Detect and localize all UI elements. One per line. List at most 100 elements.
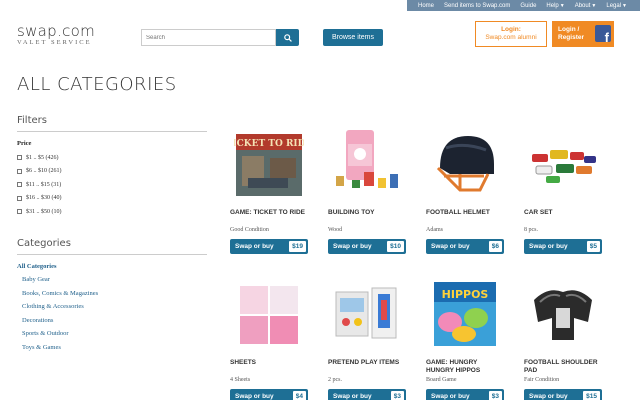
price-filter-option[interactable]: $16 .. $30 (40) [17,192,207,206]
product-card[interactable]: TICKET TO RIDE GAME: TICKET TO RIDE Good… [230,125,308,254]
search-button[interactable] [276,29,299,46]
search-bar [141,29,299,46]
car-set-image [532,150,596,183]
product-name[interactable]: SHEETS [230,359,308,376]
price-filter-option[interactable]: $6 .. $10 (261) [17,165,207,179]
nav-legal-label: Legal [606,2,622,9]
price-tag: $19 [289,241,306,252]
checkbox[interactable] [17,155,22,161]
categories-heading: Categories [17,238,207,255]
price-filter-option[interactable]: $31 .. $50 (10) [17,205,207,219]
product-card[interactable]: HIPPOS GAME: HUNGRY HUNGRY HIPPOS Board … [426,275,504,400]
nav-legal[interactable]: Legal▼ [601,3,632,9]
category-toys[interactable]: Toys & Games [17,344,207,358]
price-option-label: $31 .. $50 (10) [26,208,62,215]
login-register-text: Login / Register [558,26,584,42]
category-clothing[interactable]: Clothing & Accessories [17,303,207,317]
category-all[interactable]: All Categories [17,263,207,277]
price-tag: $4 [292,391,306,400]
login-alumni-button[interactable]: Login: Swap.com alumni [475,21,547,47]
product-image[interactable] [230,275,308,353]
nav-guide[interactable]: Guide [515,3,541,9]
sheets-image [240,286,298,344]
nav-home[interactable]: Home [413,3,439,9]
box-title-text: HIPPOS [442,288,489,301]
logo-tagline: VALET SERVICE [17,39,92,46]
product-description: 4 Sheets [230,377,251,383]
categories-section: Categories All Categories Baby Gear Book… [17,238,207,358]
price-tag: $3 [390,391,404,400]
swap-or-buy-button[interactable]: Swap or buy $3 [328,389,406,400]
site-logo[interactable]: swap.com VALET SERVICE [17,22,95,46]
product-image[interactable]: TICKET TO RIDE [230,125,308,203]
product-card[interactable]: SHEETS 4 Sheets Swap or buy $4 [230,275,308,400]
product-name[interactable]: PRETEND PLAY ITEMS [328,359,406,376]
price-option-label: $16 .. $30 (40) [26,195,62,202]
buy-label: Swap or buy [333,393,372,400]
product-card[interactable]: CAR SET 8 pcs. Swap or buy $5 [524,125,602,254]
product-image[interactable] [328,275,406,353]
product-image[interactable] [426,125,504,203]
price-filter-option[interactable]: $11 .. $15 (31) [17,178,207,192]
product-name[interactable]: FOOTBALL SHOULDER PAD [524,359,602,376]
product-image[interactable] [524,125,602,203]
browse-items-button[interactable]: Browse items [323,29,383,46]
nav-help[interactable]: Help▼ [541,3,569,9]
login-register-button[interactable]: Login / Register f [552,21,614,47]
product-name[interactable]: CAR SET [524,209,602,226]
sidebar: Filters Price $1 .. $5 (426) $6 .. $10 (… [17,115,207,357]
price-filter-option[interactable]: $1 .. $5 (426) [17,151,207,165]
nav-about[interactable]: About▼ [570,3,602,9]
login-alumni-sublabel: Swap.com alumni [485,34,537,41]
product-description: Fair Condition [524,377,560,383]
product-description: Adams [426,227,443,233]
product-card[interactable]: BUILDING TOY Wood Swap or buy $10 [328,125,406,254]
nav-send-items[interactable]: Send items to Swap.com [439,3,515,9]
product-name[interactable]: GAME: HUNGRY HUNGRY HIPPOS [426,359,504,376]
category-sports[interactable]: Sports & Outdoor [17,330,207,344]
product-card[interactable]: FOOTBALL SHOULDER PAD Fair Condition Swa… [524,275,602,400]
product-card[interactable]: FOOTBALL HELMET Adams Swap or buy $6 [426,125,504,254]
swap-or-buy-button[interactable]: Swap or buy $15 [524,389,602,400]
building-toy-image [336,130,398,188]
buy-label: Swap or buy [431,393,470,400]
pretend-play-image [335,287,397,339]
login-register-line2: Register [558,34,585,41]
category-decorations[interactable]: Decorations [17,317,207,331]
swap-or-buy-button[interactable]: Swap or buy $19 [230,239,308,254]
price-option-label: $1 .. $5 (426) [26,154,59,161]
box-title-text: TICKET TO RIDE [234,139,304,149]
swap-or-buy-button[interactable]: Swap or buy $6 [426,239,504,254]
board-game-box-image: TICKET TO RIDE [234,134,304,196]
checkbox[interactable] [17,168,22,174]
product-name[interactable]: FOOTBALL HELMET [426,209,504,226]
swap-or-buy-button[interactable]: Swap or buy $10 [328,239,406,254]
swap-or-buy-button[interactable]: Swap or buy $3 [426,389,504,400]
hippos-game-box-image: HIPPOS [434,282,496,346]
checkbox[interactable] [17,195,22,201]
swap-or-buy-button[interactable]: Swap or buy $5 [524,239,602,254]
buy-label: Swap or buy [333,243,372,250]
product-card[interactable]: PRETEND PLAY ITEMS 2 pcs. Swap or buy $3 [328,275,406,400]
football-helmet-image [436,136,494,192]
category-books[interactable]: Books, Comics & Magazines [17,290,207,304]
top-nav: Home Send items to Swap.com Guide Help▼ … [0,0,640,11]
product-description: Good Condition [230,227,269,233]
product-description: 2 pcs. [328,377,342,383]
chevron-down-icon: ▼ [591,2,597,9]
product-name[interactable]: BUILDING TOY [328,209,406,226]
product-name[interactable]: GAME: TICKET TO RIDE [230,209,308,226]
checkbox[interactable] [17,209,22,215]
buy-label: Swap or buy [235,393,274,400]
checkbox[interactable] [17,182,22,188]
price-filter-label: Price [17,140,32,147]
product-image[interactable]: HIPPOS [426,275,504,353]
product-image[interactable] [328,125,406,203]
buy-label: Swap or buy [529,393,568,400]
product-image[interactable] [524,275,602,353]
login-register-line1: Login / [558,26,580,33]
category-baby-gear[interactable]: Baby Gear [17,276,207,290]
swap-or-buy-button[interactable]: Swap or buy $4 [230,389,308,400]
filters-heading: Filters [17,115,207,132]
search-input[interactable] [141,29,276,46]
